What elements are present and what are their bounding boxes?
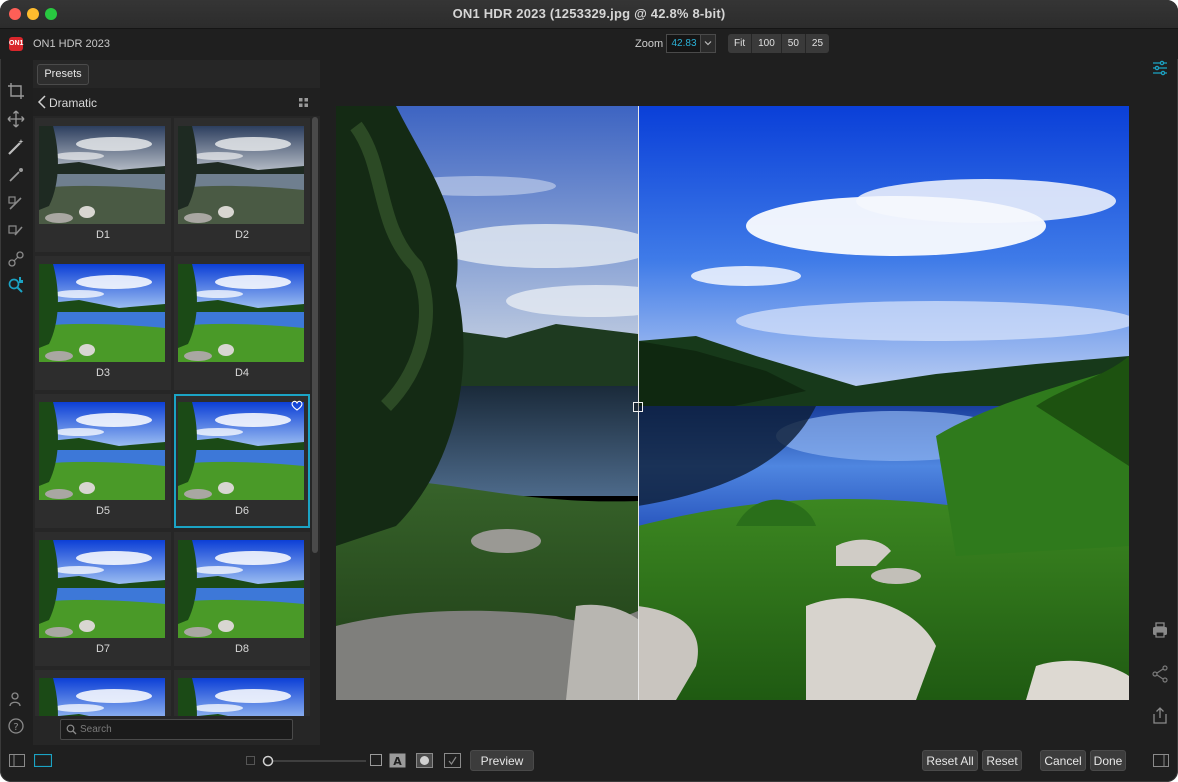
- preset-category-title[interactable]: Dramatic: [49, 96, 97, 110]
- preset-search-input[interactable]: [80, 721, 285, 737]
- move-tool-icon[interactable]: [7, 110, 25, 128]
- preset-thumbnail[interactable]: D6: [174, 394, 310, 528]
- preset-thumbnail[interactable]: D2: [174, 118, 310, 252]
- masking-brush-icon[interactable]: [7, 194, 25, 212]
- reset-all-button[interactable]: Reset All: [922, 750, 978, 771]
- export-icon[interactable]: [1150, 706, 1170, 726]
- mask-overlay-icon[interactable]: [416, 753, 433, 768]
- zoom-25-button[interactable]: 25: [805, 34, 830, 53]
- favorite-heart-icon[interactable]: [291, 400, 303, 411]
- clipping-overlay-icon[interactable]: [444, 753, 461, 768]
- preset-thumbnail-label: D1: [95, 229, 111, 241]
- preset-thumbnail[interactable]: D1: [35, 118, 171, 252]
- help-icon[interactable]: ?: [7, 717, 25, 735]
- search-icon: [66, 724, 77, 735]
- retouch-brush-icon[interactable]: [7, 222, 25, 240]
- app-window: ON1 HDR 2023 (1253329.jpg @ 42.8% 8-bit)…: [0, 0, 1178, 782]
- zoom-fit-button[interactable]: Fit: [728, 34, 753, 53]
- compare-view-icon[interactable]: [34, 754, 52, 767]
- adjustments-sliders-icon[interactable]: [1152, 60, 1168, 76]
- title-bar: ON1 HDR 2023 (1253329.jpg @ 42.8% 8-bit): [0, 0, 1178, 29]
- preset-thumbnail-image: [39, 264, 165, 362]
- preset-thumbnail[interactable]: D5: [35, 394, 171, 528]
- presets-scrollbar[interactable]: [312, 117, 318, 553]
- preset-thumbnail-image: [178, 264, 304, 362]
- app-logo-icon: ON1: [9, 37, 23, 51]
- preview-button[interactable]: Preview: [470, 750, 534, 771]
- window-title: ON1 HDR 2023 (1253329.jpg @ 42.8% 8-bit): [452, 6, 726, 21]
- brush-tool-icon[interactable]: [7, 166, 25, 184]
- zoom-out-icon[interactable]: [246, 756, 255, 765]
- preset-thumbnail-label: D8: [234, 643, 250, 655]
- preset-search-box: [60, 719, 293, 740]
- zoom-hand-tool-icon[interactable]: [7, 276, 25, 294]
- user-account-icon[interactable]: [7, 690, 25, 708]
- preset-thumbnail[interactable]: D3: [35, 256, 171, 390]
- zoom-input[interactable]: [666, 34, 702, 53]
- preset-thumbnail[interactable]: [35, 670, 171, 716]
- presets-tab[interactable]: Presets: [37, 64, 89, 85]
- preset-thumbnail[interactable]: [174, 670, 310, 716]
- text-overlay-icon[interactable]: A: [389, 753, 406, 768]
- zoom-preset-buttons: Fit 100 50 25: [728, 34, 830, 53]
- done-button[interactable]: Done: [1090, 750, 1126, 771]
- share-icon[interactable]: [1150, 664, 1170, 684]
- preset-thumbnail[interactable]: D7: [35, 532, 171, 666]
- crop-tool-icon[interactable]: [7, 82, 25, 100]
- landscape-photo: [336, 106, 1129, 700]
- preset-thumbnail-image: [39, 126, 165, 224]
- zoom-in-icon[interactable]: [370, 754, 382, 766]
- svg-text:?: ?: [13, 722, 18, 733]
- chevron-left-icon[interactable]: [37, 95, 47, 109]
- preset-thumbnail-image: [178, 402, 304, 500]
- preset-thumbnail-label: D4: [234, 367, 250, 379]
- tool-strip: ?: [0, 60, 33, 750]
- preset-thumbnail-image: [178, 126, 304, 224]
- preset-thumbnail-image: [178, 678, 304, 716]
- app-name: ON1 HDR 2023: [33, 38, 111, 50]
- preset-thumbnail-label: D6: [234, 505, 250, 517]
- preset-thumbnail-label: D7: [95, 643, 111, 655]
- zoom-label: Zoom: [635, 38, 664, 50]
- preset-thumbnail-grid: D1 D2 D3 D4 D5 D6 D7 D8: [33, 116, 311, 716]
- preset-thumbnail-label: D3: [95, 367, 111, 379]
- zoom-dropdown-button[interactable]: [700, 34, 716, 53]
- preset-thumbnail-label: D2: [234, 229, 250, 241]
- toggle-right-panel-icon[interactable]: [1153, 754, 1169, 767]
- preset-thumbnail-image: [39, 678, 165, 716]
- thumbnail-size-slider[interactable]: [262, 754, 367, 768]
- image-preview[interactable]: [336, 106, 1129, 700]
- chevron-down-icon: [704, 41, 712, 46]
- presets-panel: Presets Dramatic D1 D2 D3 D4 D5 D6 D7 D8: [33, 60, 320, 745]
- split-handle[interactable]: [633, 402, 643, 412]
- cancel-button[interactable]: Cancel: [1040, 750, 1086, 771]
- preset-thumbnail-image: [39, 402, 165, 500]
- toggle-left-panel-icon[interactable]: [9, 754, 25, 767]
- magic-wand-icon[interactable]: [7, 138, 25, 156]
- preset-thumbnail-image: [178, 540, 304, 638]
- reset-button[interactable]: Reset: [982, 750, 1022, 771]
- zoom-50-button[interactable]: 50: [781, 34, 806, 53]
- svg-text:A: A: [393, 755, 402, 768]
- print-icon[interactable]: [1150, 620, 1170, 640]
- grid-view-icon[interactable]: [299, 98, 308, 107]
- clone-stamp-icon[interactable]: [7, 250, 25, 268]
- preset-thumbnail-label: D5: [95, 505, 111, 517]
- preset-thumbnail[interactable]: D4: [174, 256, 310, 390]
- zoom-100-button[interactable]: 100: [752, 34, 782, 53]
- top-bar: ON1 ON1 HDR 2023 Zoom Fit 100 50 25: [0, 29, 1178, 59]
- preset-thumbnail[interactable]: D8: [174, 532, 310, 666]
- preset-thumbnail-image: [39, 540, 165, 638]
